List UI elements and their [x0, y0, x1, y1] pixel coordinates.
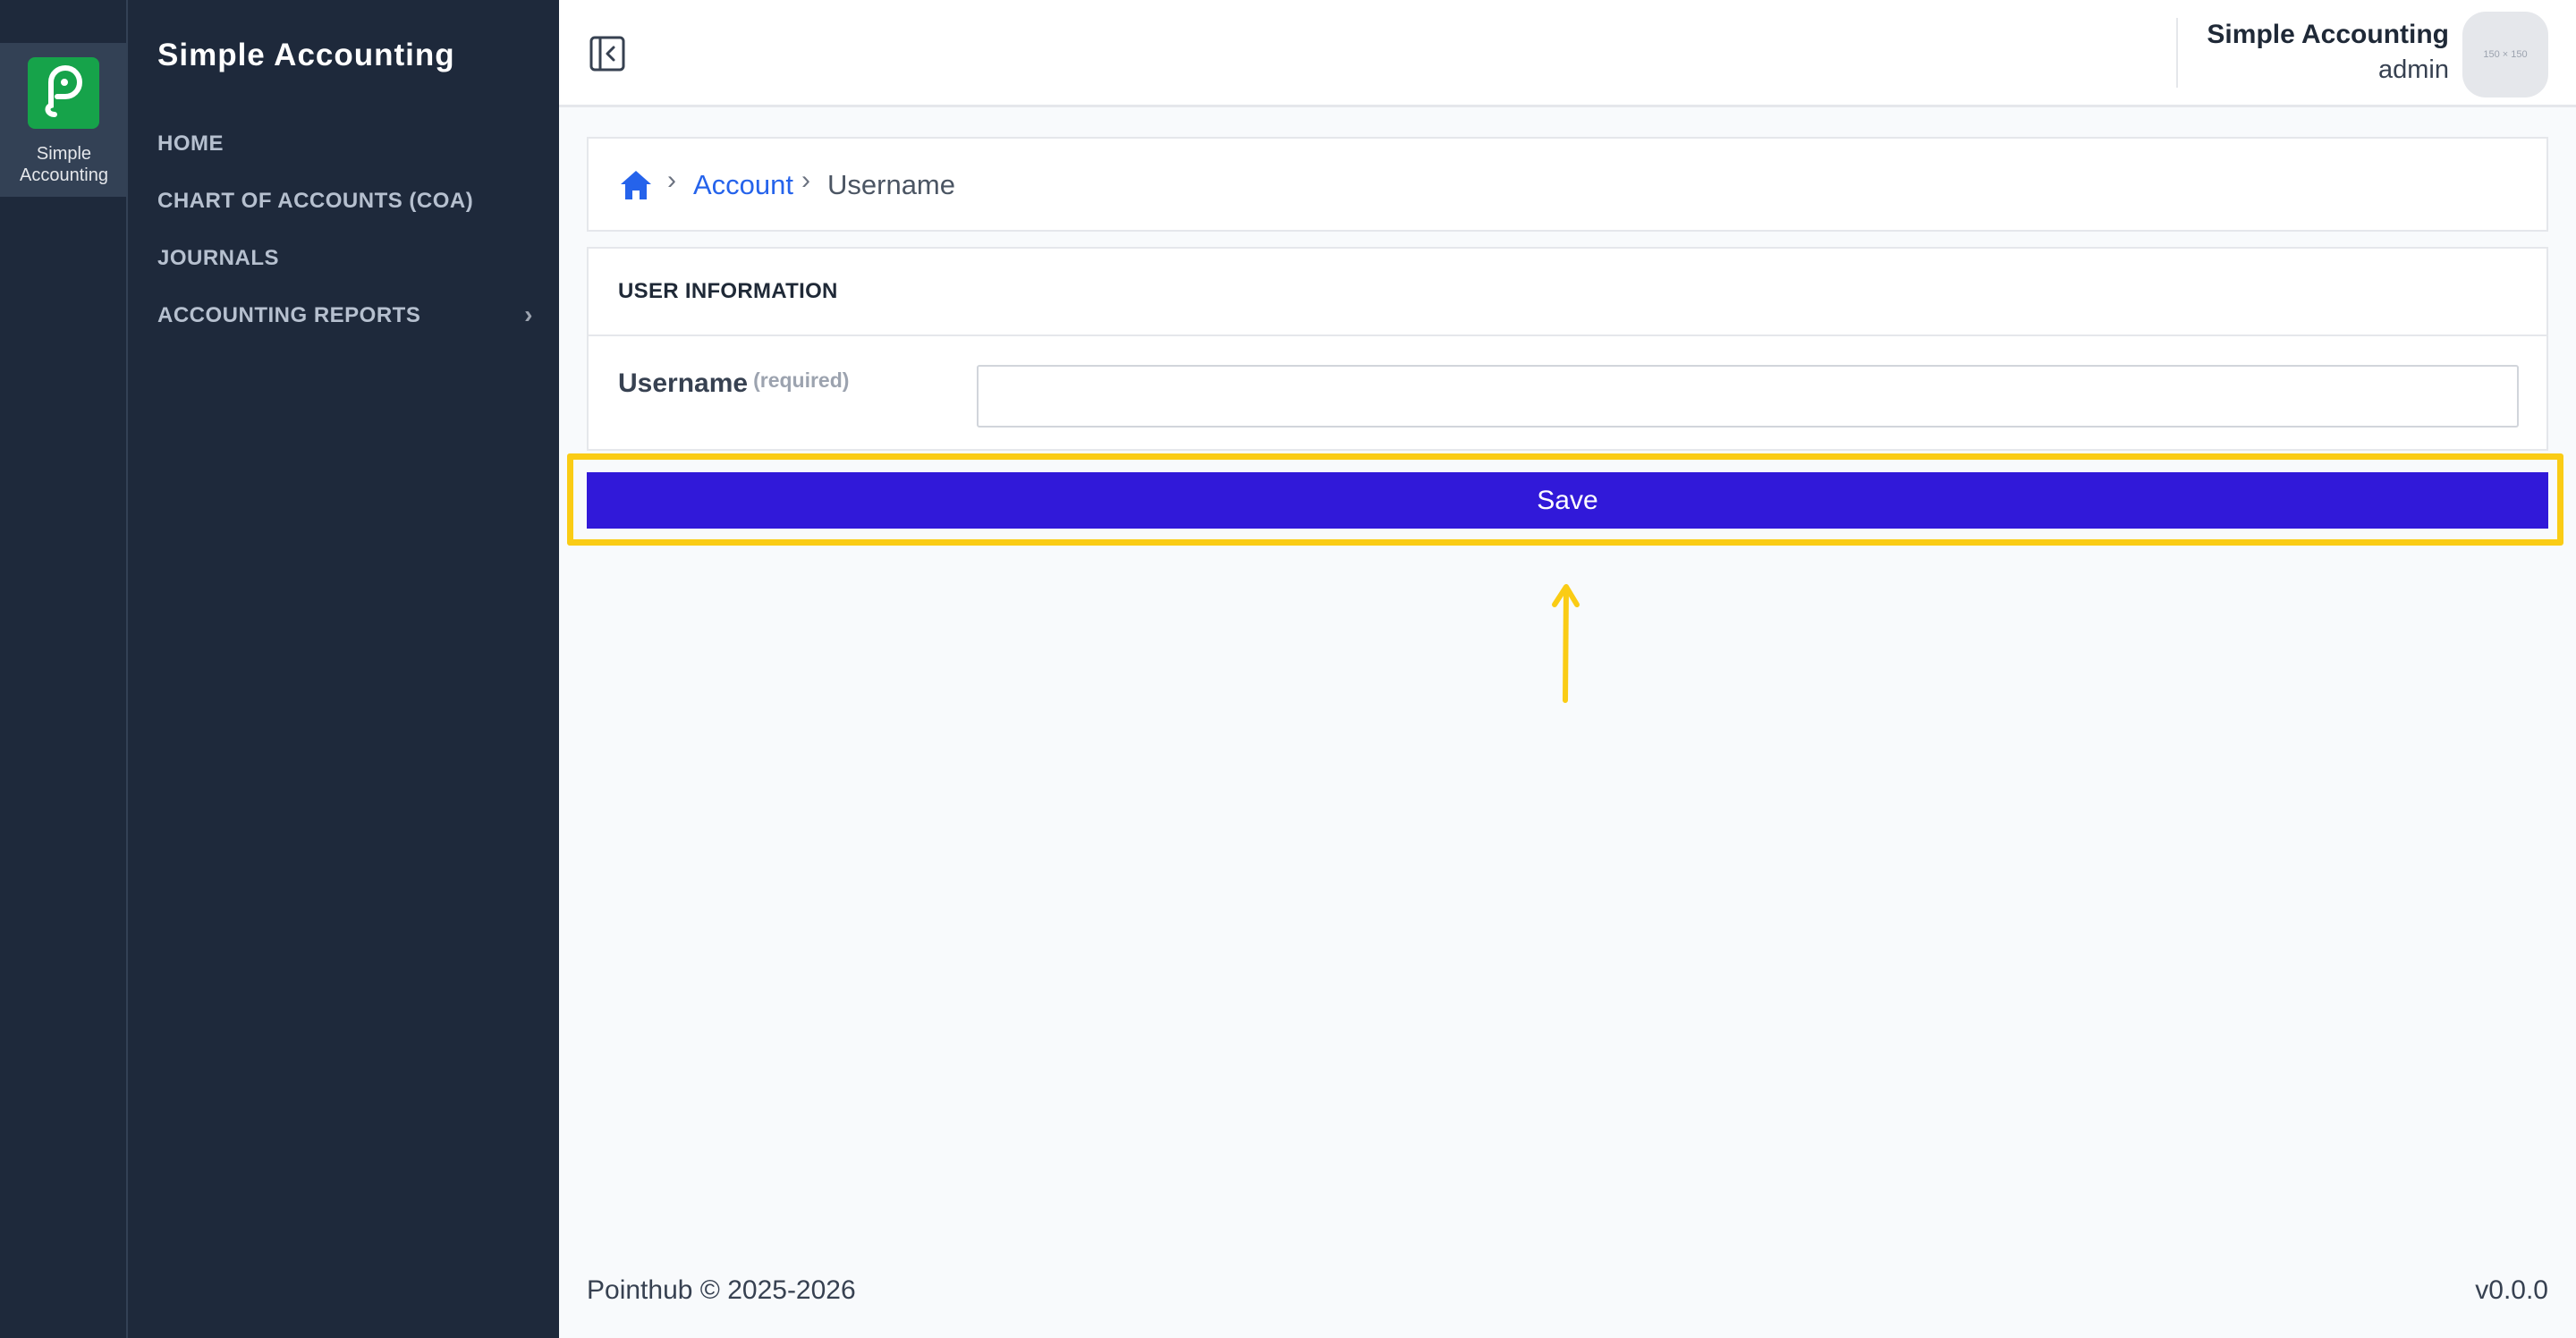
breadcrumb-current: Username [827, 169, 955, 200]
user-name: Simple Accounting [2207, 20, 2449, 49]
sidebar-item-home[interactable]: HOME [157, 131, 533, 157]
chevron-right-icon: › [524, 301, 533, 328]
breadcrumb: › Account › Username [587, 137, 2548, 232]
save-button[interactable]: Save [587, 472, 2548, 529]
card-title: USER INFORMATION [618, 279, 838, 303]
rail-app-label: Simple Accounting [20, 144, 108, 185]
pointhub-logo-icon [28, 57, 99, 129]
sidebar: Simple Accounting HOME CHART OF ACCOUNTS… [128, 0, 559, 1338]
sidebar-item-accounting-reports[interactable]: ACCOUNTING REPORTS › [157, 301, 533, 328]
username-label-text: Username [618, 368, 749, 398]
chevron-right-icon: › [801, 165, 810, 195]
user-divider [2176, 18, 2178, 88]
top-bar: Simple Accounting admin 150 × 150 [559, 0, 2576, 107]
footer-copyright: Pointhub © 2025-2026 [587, 1275, 856, 1305]
username-label: Username (required) [618, 368, 849, 399]
required-hint: (required) [753, 368, 850, 392]
home-icon[interactable] [619, 168, 653, 202]
sidebar-item-label: CHART OF ACCOUNTS (COA) [157, 189, 474, 213]
username-input[interactable] [977, 365, 2519, 428]
breadcrumb-link-account[interactable]: Account [693, 169, 793, 201]
sidebar-title: Simple Accounting [157, 38, 455, 72]
sidebar-item-journals[interactable]: JOURNALS [157, 246, 533, 271]
user-information-card: USER INFORMATION Username (required) [587, 247, 2548, 451]
sidebar-toggle-button[interactable] [589, 36, 625, 72]
sidebar-item-label: HOME [157, 131, 224, 156]
sidebar-item-label: JOURNALS [157, 246, 280, 270]
footer-version: v0.0.0 [2475, 1275, 2548, 1305]
sidebar-item-label: ACCOUNTING REPORTS [157, 303, 421, 327]
rail-app-simple-accounting[interactable]: Simple Accounting [0, 43, 128, 197]
avatar[interactable]: 150 × 150 [2462, 12, 2548, 97]
sidebar-item-chart-of-accounts[interactable]: CHART OF ACCOUNTS (COA) [157, 189, 533, 214]
app-rail: Simple Accounting [0, 0, 128, 1338]
annotation-arrow-icon [1547, 580, 1583, 705]
chevron-right-icon: › [667, 165, 676, 195]
sidebar-collapse-icon [589, 36, 625, 72]
card-header: USER INFORMATION [589, 249, 2546, 336]
user-role: admin [2378, 55, 2449, 84]
